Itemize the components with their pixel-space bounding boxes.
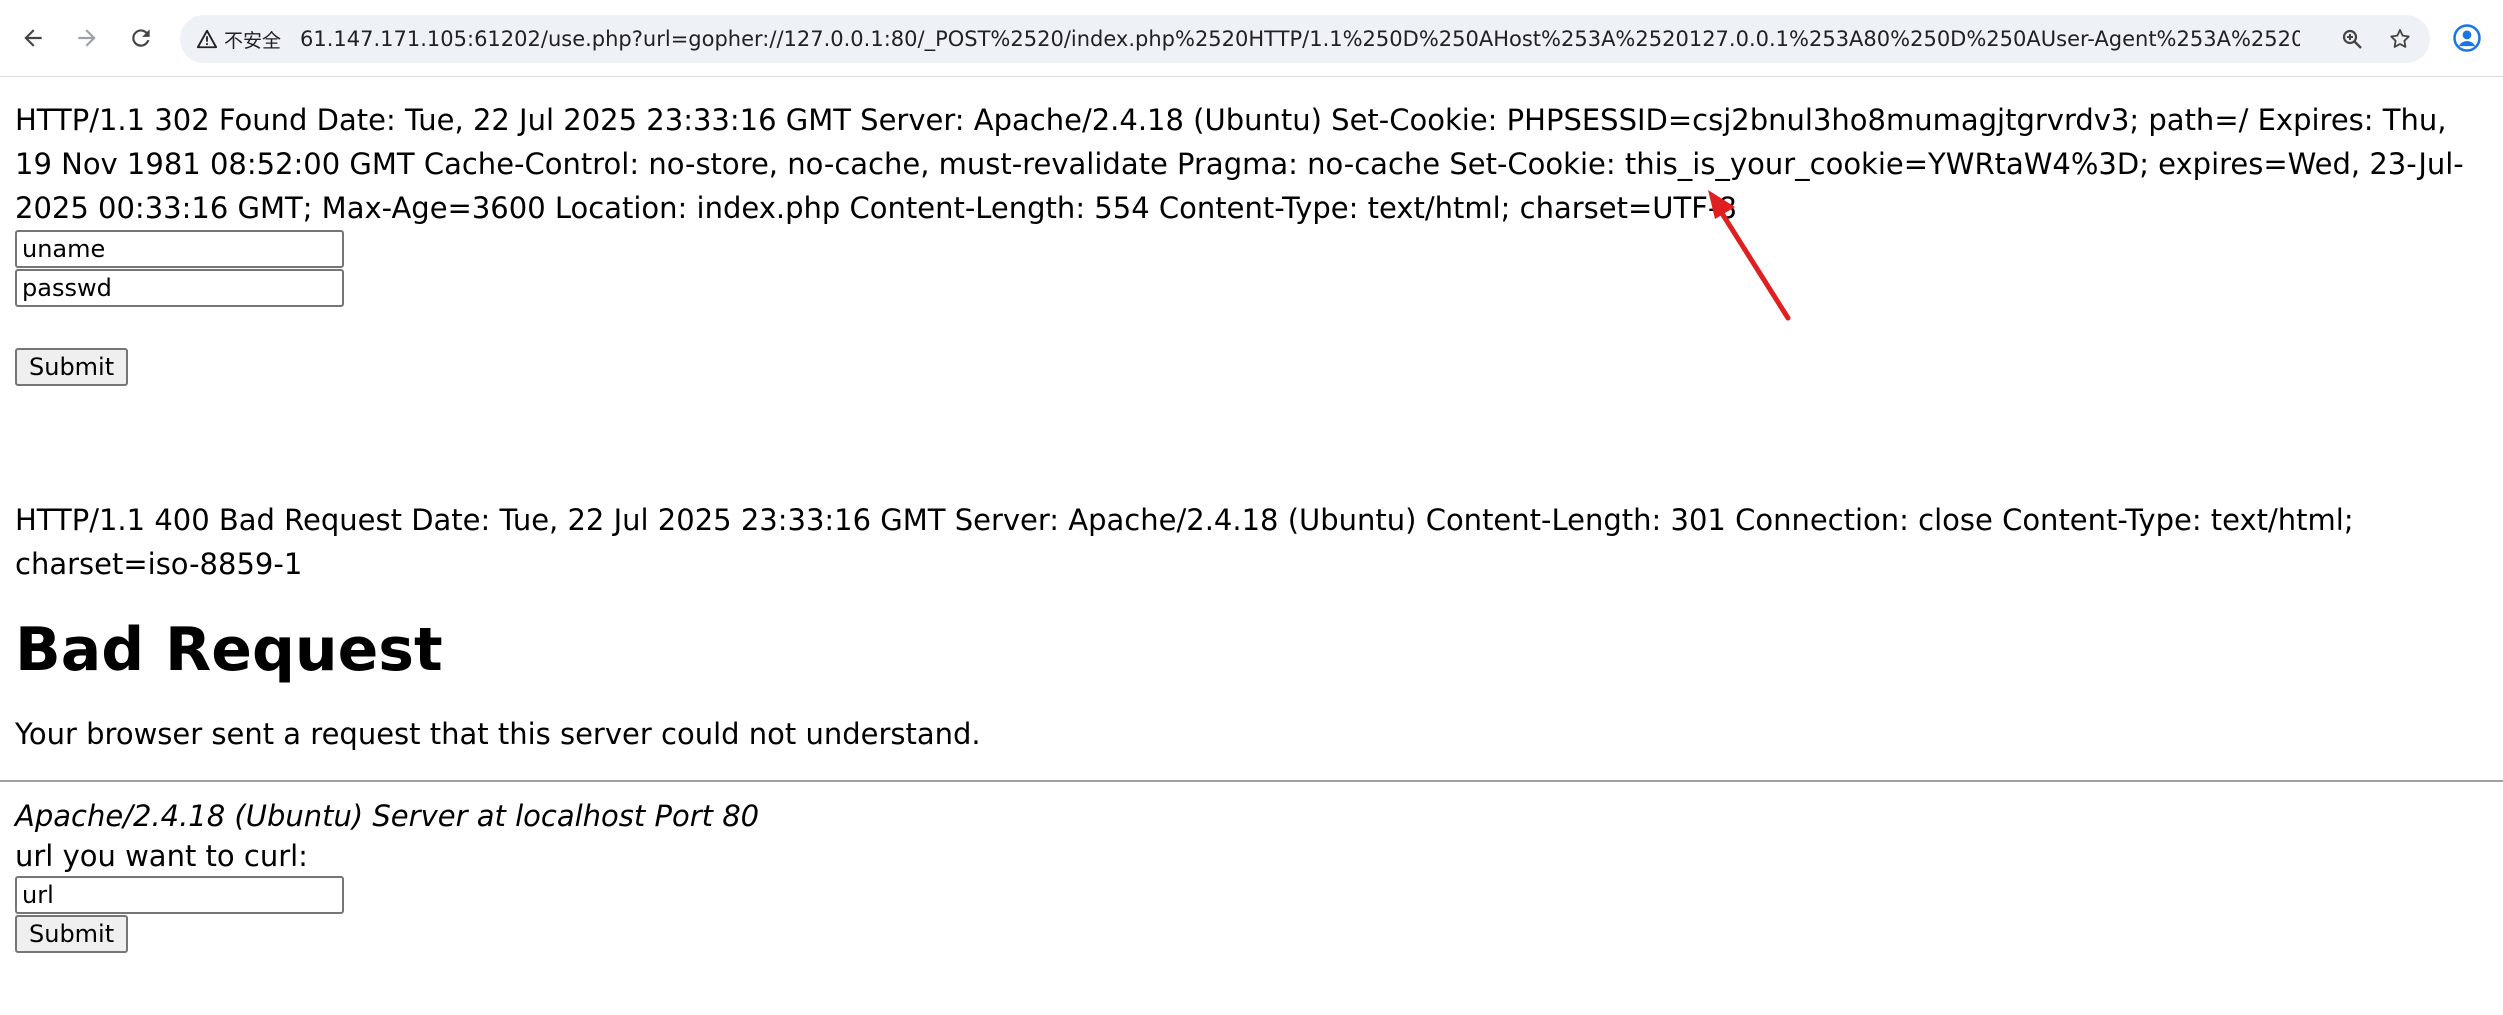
- login-submit-button[interactable]: Submit: [15, 348, 129, 386]
- curl-url-label: url you want to curl:: [15, 839, 308, 873]
- server-signature: Apache/2.4.18 (Ubuntu) Server at localho…: [15, 799, 760, 833]
- security-indicator[interactable]: 不安全: [196, 15, 281, 63]
- passwd-input[interactable]: [15, 269, 344, 307]
- page-content: HTTP/1.1 302 Found Date: Tue, 22 Jul 202…: [0, 78, 2503, 1015]
- curl-submit-button[interactable]: Submit: [15, 915, 129, 953]
- back-button[interactable]: [12, 17, 54, 59]
- profile-button[interactable]: [2446, 17, 2488, 59]
- warning-triangle-icon: [196, 29, 218, 49]
- login-form: Submit: [15, 230, 2488, 386]
- bookmark-button[interactable]: [2385, 24, 2415, 54]
- security-label: 不安全: [224, 29, 282, 52]
- error-message: Your browser sent a request that this se…: [15, 717, 981, 751]
- url-text[interactable]: 61.147.171.105:61202/use.php?url=gopher:…: [300, 15, 2300, 63]
- http-302-response-text: HTTP/1.1 302 Found Date: Tue, 22 Jul 202…: [15, 103, 2464, 225]
- star-icon: [2390, 29, 2410, 48]
- address-bar[interactable]: 不安全 61.147.171.105:61202/use.php?url=gop…: [180, 15, 2430, 63]
- http-400-response-text: HTTP/1.1 400 Bad Request Date: Tue, 22 J…: [15, 503, 2354, 581]
- curl-url-input[interactable]: [15, 876, 344, 914]
- error-heading: Bad Request: [15, 615, 443, 685]
- zoom-button[interactable]: [2337, 24, 2367, 54]
- forward-arrow-icon: [78, 29, 96, 47]
- zoom-icon: [2342, 29, 2362, 49]
- reload-icon: [132, 29, 150, 47]
- annotation-arrow-icon: [1708, 190, 1791, 321]
- curl-form: url you want to curl: Submit: [15, 836, 2488, 953]
- forward-button[interactable]: [66, 17, 108, 59]
- divider: [0, 780, 2503, 782]
- profile-icon: [2453, 24, 2481, 52]
- back-arrow-icon: [24, 29, 42, 47]
- reload-button[interactable]: [120, 17, 162, 59]
- uname-input[interactable]: [15, 230, 344, 268]
- browser-toolbar: 不安全 61.147.171.105:61202/use.php?url=gop…: [0, 0, 2503, 77]
